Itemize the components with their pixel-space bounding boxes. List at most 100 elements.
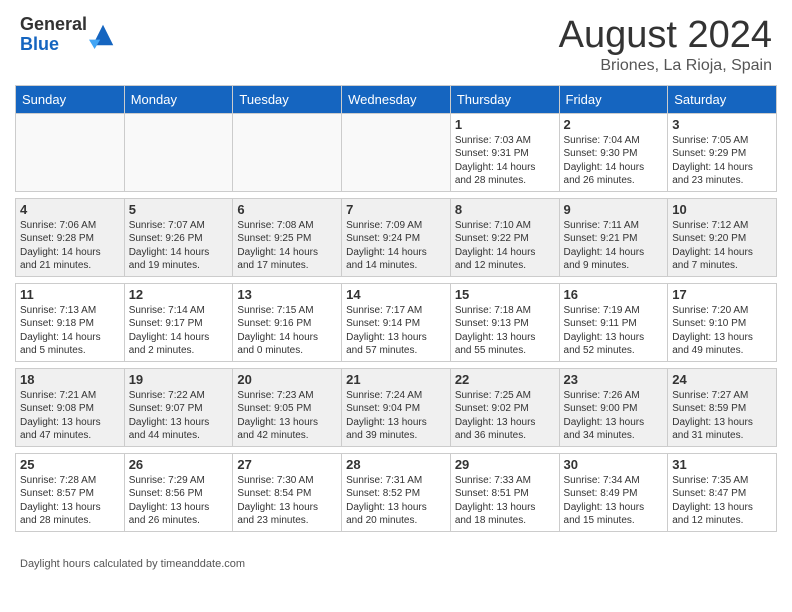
day-cell: 25 Sunrise: 7:28 AM Sunset: 8:57 PM Dayli… bbox=[16, 453, 125, 531]
header-day-sunday: Sunday bbox=[16, 85, 125, 113]
day-cell: 16 Sunrise: 7:19 AM Sunset: 9:11 PM Dayli… bbox=[559, 283, 668, 361]
calendar-week-row: 18 Sunrise: 7:21 AM Sunset: 9:08 PM Dayli… bbox=[16, 368, 777, 446]
header-day-saturday: Saturday bbox=[668, 85, 777, 113]
day-info: Sunrise: 7:22 AM Sunset: 9:07 PM Dayligh… bbox=[129, 389, 229, 443]
day-info: Sunrise: 7:17 AM Sunset: 9:14 PM Dayligh… bbox=[346, 304, 446, 358]
title-section: August 2024 Briones, La Rioja, Spain bbox=[559, 15, 772, 75]
calendar-week-row: 4 Sunrise: 7:06 AM Sunset: 9:28 PM Daylig… bbox=[16, 198, 777, 276]
day-number: 31 bbox=[672, 457, 772, 472]
day-number: 21 bbox=[346, 372, 446, 387]
header-day-monday: Monday bbox=[124, 85, 233, 113]
day-number: 2 bbox=[564, 117, 664, 132]
day-cell: 6Sunrise: 7:08 AM Sunset: 9:25 PM Daylig… bbox=[233, 198, 342, 276]
day-cell: 29Sunrise: 7:33 AM Sunset: 8:51 PM Dayli… bbox=[450, 453, 559, 531]
day-cell: 14Sunrise: 7:17 AM Sunset: 9:14 PM Dayli… bbox=[342, 283, 451, 361]
calendar-week-row: 25 Sunrise: 7:28 AM Sunset: 8:57 PM Dayli… bbox=[16, 453, 777, 531]
day-info: Sunrise: 7:31 AM Sunset: 8:52 PM Dayligh… bbox=[346, 474, 446, 528]
logo-blue-text: Blue bbox=[20, 34, 59, 54]
day-cell: 11 Sunrise: 7:13 AM Sunset: 9:18 PM Dayli… bbox=[16, 283, 125, 361]
page-container: General Blue August 2024 Briones, La Rio… bbox=[0, 0, 792, 580]
day-info: Sunrise: 7:12 AM Sunset: 9:20 PM Dayligh… bbox=[672, 219, 772, 273]
day-cell: 9Sunrise: 7:11 AM Sunset: 9:21 PM Daylig… bbox=[559, 198, 668, 276]
calendar-title: August 2024 bbox=[559, 15, 772, 57]
day-info: Sunrise: 7:19 AM Sunset: 9:11 PM Dayligh… bbox=[564, 304, 664, 358]
day-info: Sunrise: 7:07 AM Sunset: 9:26 PM Dayligh… bbox=[129, 219, 229, 273]
day-number: 6 bbox=[237, 202, 337, 217]
daylight-label: Daylight hours bbox=[20, 558, 90, 570]
day-cell: 23Sunrise: 7:26 AM Sunset: 9:00 PM Dayli… bbox=[559, 368, 668, 446]
day-number: 19 bbox=[129, 372, 229, 387]
day-info: Sunrise: 7:15 AM Sunset: 9:16 PM Dayligh… bbox=[237, 304, 337, 358]
header-day-wednesday: Wednesday bbox=[342, 85, 451, 113]
day-info: Sunrise: 7:20 AM Sunset: 9:10 PM Dayligh… bbox=[672, 304, 772, 358]
day-info: Sunrise: 7:35 AM Sunset: 8:47 PM Dayligh… bbox=[672, 474, 772, 528]
day-number: 10 bbox=[672, 202, 772, 217]
day-number: 16 bbox=[564, 287, 664, 302]
day-info: Sunrise: 7:09 AM Sunset: 9:24 PM Dayligh… bbox=[346, 219, 446, 273]
day-cell: 20Sunrise: 7:23 AM Sunset: 9:05 PM Dayli… bbox=[233, 368, 342, 446]
day-cell: 7 Sunrise: 7:09 AM Sunset: 9:24 PM Daylig… bbox=[342, 198, 451, 276]
day-cell: 3 Sunrise: 7:05 AM Sunset: 9:29 PM Daylig… bbox=[668, 113, 777, 191]
empty-cell bbox=[233, 113, 342, 191]
day-number: 27 bbox=[237, 457, 337, 472]
day-number: 24 bbox=[672, 372, 772, 387]
day-number: 22 bbox=[455, 372, 555, 387]
day-info: Sunrise: 7:10 AM Sunset: 9:22 PM Dayligh… bbox=[455, 219, 555, 273]
day-info: Sunrise: 7:28 AM Sunset: 8:57 PM Dayligh… bbox=[20, 474, 120, 528]
day-info: Sunrise: 7:25 AM Sunset: 9:02 PM Dayligh… bbox=[455, 389, 555, 443]
spacer-row bbox=[16, 531, 777, 538]
day-cell: 22 Sunrise: 7:25 AM Sunset: 9:02 PM Dayli… bbox=[450, 368, 559, 446]
day-cell: 12 Sunrise: 7:14 AM Sunset: 9:17 PM Dayli… bbox=[124, 283, 233, 361]
day-number: 12 bbox=[129, 287, 229, 302]
calendar-week-row: 1Sunrise: 7:03 AM Sunset: 9:31 PM Daylig… bbox=[16, 113, 777, 191]
day-cell: 30Sunrise: 7:34 AM Sunset: 8:49 PM Dayli… bbox=[559, 453, 668, 531]
day-number: 23 bbox=[564, 372, 664, 387]
day-number: 1 bbox=[455, 117, 555, 132]
day-info: Sunrise: 7:06 AM Sunset: 9:28 PM Dayligh… bbox=[20, 219, 120, 273]
day-cell: 10 Sunrise: 7:12 AM Sunset: 9:20 PM Dayli… bbox=[668, 198, 777, 276]
calendar-table: SundayMondayTuesdayWednesdayThursdayFrid… bbox=[15, 85, 777, 538]
day-number: 20 bbox=[237, 372, 337, 387]
day-cell: 15 Sunrise: 7:18 AM Sunset: 9:13 PM Dayli… bbox=[450, 283, 559, 361]
spacer-row bbox=[16, 446, 777, 453]
day-info: Sunrise: 7:24 AM Sunset: 9:04 PM Dayligh… bbox=[346, 389, 446, 443]
day-info: Sunrise: 7:14 AM Sunset: 9:17 PM Dayligh… bbox=[129, 304, 229, 358]
header-day-tuesday: Tuesday bbox=[233, 85, 342, 113]
day-number: 9 bbox=[564, 202, 664, 217]
day-number: 26 bbox=[129, 457, 229, 472]
day-info: Sunrise: 7:27 AM Sunset: 8:59 PM Dayligh… bbox=[672, 389, 772, 443]
day-cell: 2 Sunrise: 7:04 AM Sunset: 9:30 PM Daylig… bbox=[559, 113, 668, 191]
day-number: 18 bbox=[20, 372, 120, 387]
spacer-row bbox=[16, 276, 777, 283]
calendar-wrapper: SundayMondayTuesdayWednesdayThursdayFrid… bbox=[0, 85, 792, 553]
day-number: 29 bbox=[455, 457, 555, 472]
day-info: Sunrise: 7:18 AM Sunset: 9:13 PM Dayligh… bbox=[455, 304, 555, 358]
day-number: 25 bbox=[20, 457, 120, 472]
day-cell: 1Sunrise: 7:03 AM Sunset: 9:31 PM Daylig… bbox=[450, 113, 559, 191]
logo-icon bbox=[89, 21, 117, 49]
day-number: 15 bbox=[455, 287, 555, 302]
day-cell: 19 Sunrise: 7:22 AM Sunset: 9:07 PM Dayli… bbox=[124, 368, 233, 446]
day-info: Sunrise: 7:05 AM Sunset: 9:29 PM Dayligh… bbox=[672, 134, 772, 188]
day-cell: 31 Sunrise: 7:35 AM Sunset: 8:47 PM Dayli… bbox=[668, 453, 777, 531]
day-info: Sunrise: 7:13 AM Sunset: 9:18 PM Dayligh… bbox=[20, 304, 120, 358]
spacer-row bbox=[16, 191, 777, 198]
header: General Blue August 2024 Briones, La Rio… bbox=[0, 0, 792, 85]
day-cell: 28 Sunrise: 7:31 AM Sunset: 8:52 PM Dayli… bbox=[342, 453, 451, 531]
day-number: 7 bbox=[346, 202, 446, 217]
day-number: 11 bbox=[20, 287, 120, 302]
day-cell: 27Sunrise: 7:30 AM Sunset: 8:54 PM Dayli… bbox=[233, 453, 342, 531]
header-row: SundayMondayTuesdayWednesdayThursdayFrid… bbox=[16, 85, 777, 113]
day-number: 4 bbox=[20, 202, 120, 217]
day-info: Sunrise: 7:04 AM Sunset: 9:30 PM Dayligh… bbox=[564, 134, 664, 188]
day-cell: 17 Sunrise: 7:20 AM Sunset: 9:10 PM Dayli… bbox=[668, 283, 777, 361]
header-day-friday: Friday bbox=[559, 85, 668, 113]
day-number: 13 bbox=[237, 287, 337, 302]
day-number: 17 bbox=[672, 287, 772, 302]
day-info: Sunrise: 7:21 AM Sunset: 9:08 PM Dayligh… bbox=[20, 389, 120, 443]
logo-general-text: General bbox=[20, 14, 87, 34]
day-number: 28 bbox=[346, 457, 446, 472]
day-number: 3 bbox=[672, 117, 772, 132]
empty-cell bbox=[342, 113, 451, 191]
day-cell: 4 Sunrise: 7:06 AM Sunset: 9:28 PM Daylig… bbox=[16, 198, 125, 276]
